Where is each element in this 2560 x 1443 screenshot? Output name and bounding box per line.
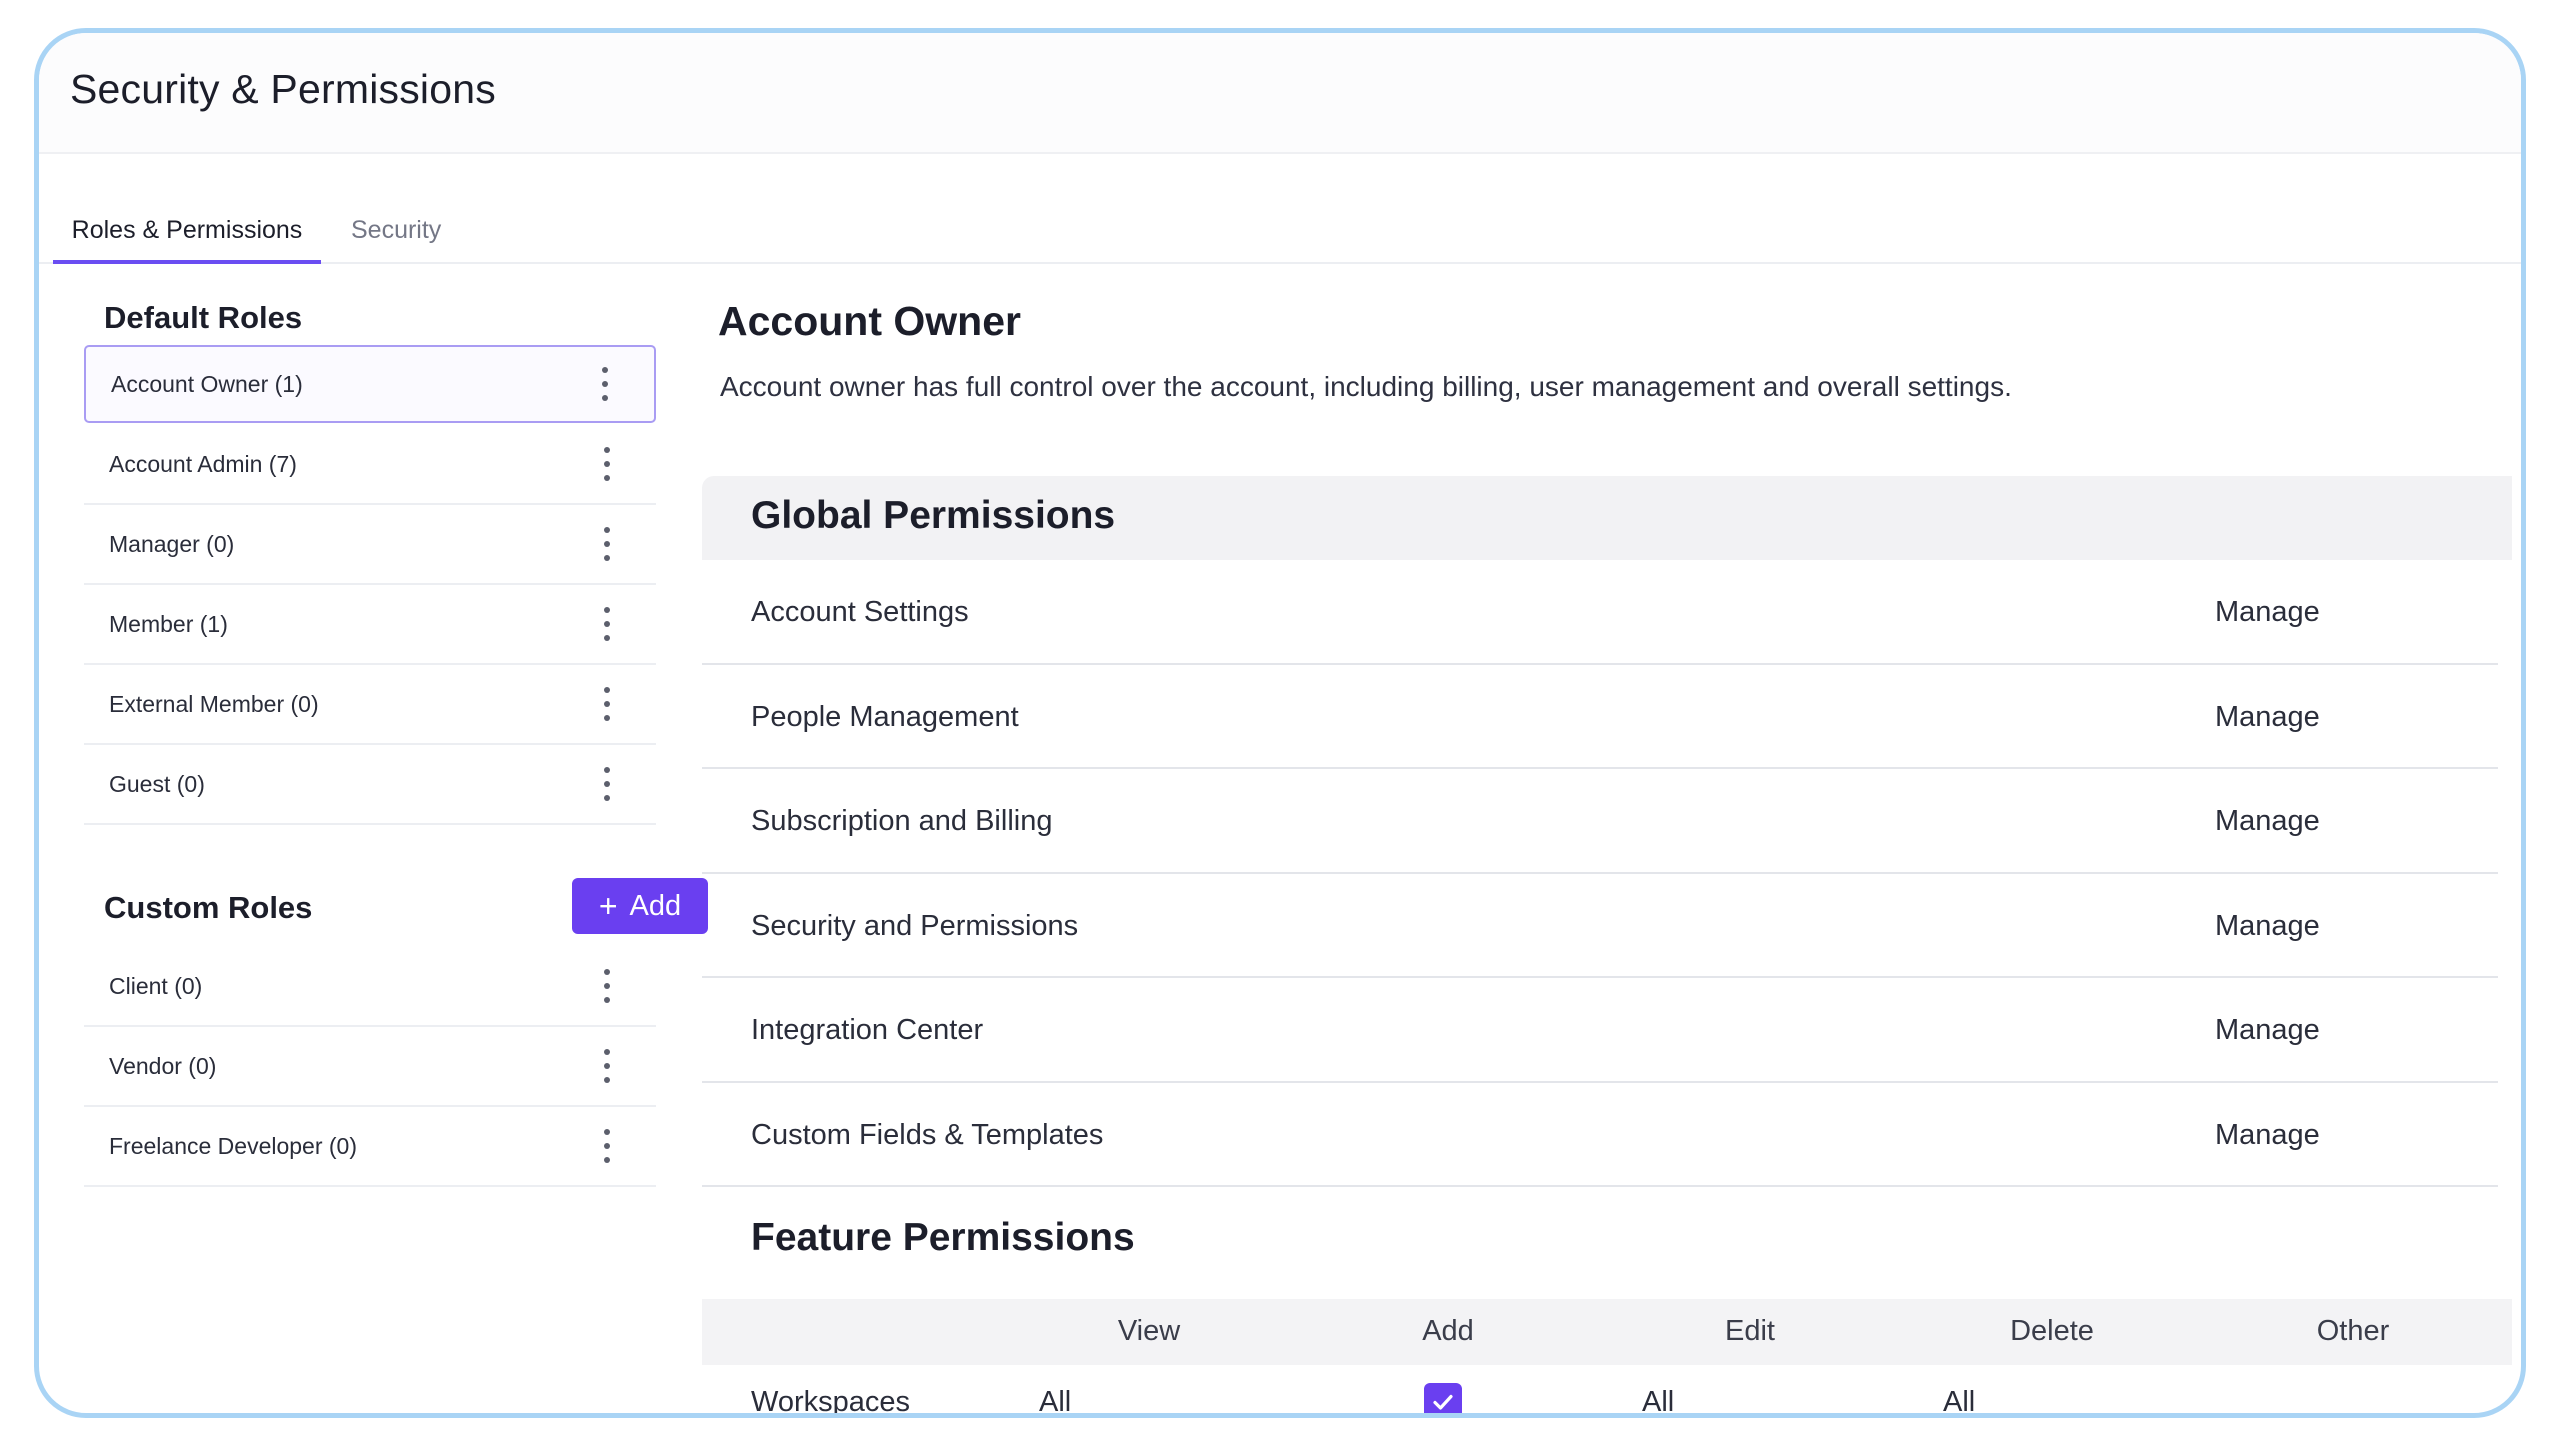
more-options-icon[interactable] <box>601 367 609 401</box>
more-options-icon[interactable] <box>603 687 611 721</box>
permission-name: Security and Permissions <box>751 909 1079 942</box>
global-permissions-list: Account Settings Manage People Managemen… <box>702 560 2498 1187</box>
default-roles-heading: Default Roles <box>104 300 303 335</box>
permission-level[interactable]: Manage <box>2215 1119 2320 1152</box>
delete-permission-value[interactable]: All <box>1943 1386 1975 1413</box>
edit-permission-value[interactable]: All <box>1642 1386 1674 1413</box>
role-label: Client (0) <box>109 972 203 999</box>
add-custom-role-button[interactable]: + Add <box>572 878 708 934</box>
permission-level[interactable]: Manage <box>2215 701 2320 734</box>
column-header-view: View <box>1117 1315 1181 1347</box>
role-label: External Member (0) <box>109 690 319 717</box>
role-details-panel: Account Owner Account owner has full con… <box>698 264 2521 1413</box>
column-header-add: Add <box>1422 1315 1474 1347</box>
more-options-icon[interactable] <box>603 447 611 481</box>
page-title: Security & Permissions <box>70 66 496 112</box>
permission-name: Subscription and Billing <box>751 805 1053 837</box>
custom-roles-list: Client (0) Vendor (0) Freelance Develope… <box>84 947 656 1187</box>
feature-permission-row-workspaces: Workspaces All All All <box>702 1365 2512 1418</box>
global-permissions-title: Global Permissions <box>751 494 1116 537</box>
more-options-icon[interactable] <box>603 1049 611 1083</box>
permission-name: Integration Center <box>751 1014 984 1046</box>
role-item-guest[interactable]: Guest (0) <box>84 745 656 825</box>
role-item-manager[interactable]: Manager (0) <box>84 505 656 585</box>
permission-name: Custom Fields & Templates <box>751 1118 1104 1151</box>
permission-row: Custom Fields & Templates Manage <box>702 1083 2498 1187</box>
role-item-client[interactable]: Client (0) <box>84 947 656 1027</box>
tab-roles-permissions[interactable]: Roles & Permissions <box>53 154 321 264</box>
checkmark-icon <box>1433 1394 1453 1410</box>
role-label: Manager (0) <box>109 530 235 557</box>
permission-row: People Management Manage <box>702 665 2498 769</box>
permission-name: People Management <box>751 700 1019 733</box>
tab-security[interactable]: Security <box>351 154 441 264</box>
role-description: Account owner has full control over the … <box>720 371 2012 402</box>
permission-row: Account Settings Manage <box>702 560 2498 665</box>
role-label: Account Admin (7) <box>109 450 297 477</box>
add-button-label: Add <box>629 889 682 922</box>
plus-icon: + <box>598 888 618 924</box>
role-label: Guest (0) <box>109 770 205 797</box>
role-label: Member (1) <box>109 610 228 637</box>
more-options-icon[interactable] <box>603 969 611 1003</box>
permission-row: Subscription and Billing Manage <box>702 769 2498 874</box>
default-roles-list: Account Owner (1) Account Admin (7) Mana… <box>84 345 656 825</box>
role-item-account-owner[interactable]: Account Owner (1) <box>84 345 656 423</box>
role-label: Vendor (0) <box>109 1052 217 1079</box>
role-label: Account Owner (1) <box>111 370 303 397</box>
column-header-edit: Edit <box>1725 1315 1775 1347</box>
feature-name: Workspaces <box>751 1386 911 1418</box>
add-permission-checkbox[interactable] <box>1424 1383 1462 1413</box>
role-item-external-member[interactable]: External Member (0) <box>84 665 656 745</box>
custom-roles-heading: Custom Roles <box>104 890 313 925</box>
role-item-vendor[interactable]: Vendor (0) <box>84 1027 656 1107</box>
app-window: Security & Permissions Roles & Permissio… <box>34 28 2526 1418</box>
more-options-icon[interactable] <box>603 527 611 561</box>
column-header-other: Other <box>2316 1315 2390 1347</box>
permission-level[interactable]: Manage <box>2215 805 2320 838</box>
column-header-delete: Delete <box>2010 1315 2094 1347</box>
permission-name: Account Settings <box>751 596 969 628</box>
global-permissions-header: Global Permissions <box>702 476 2512 560</box>
feature-permissions-table-header: View Add Edit Delete Other <box>702 1299 2512 1365</box>
permission-level[interactable]: Manage <box>2215 910 2320 943</box>
more-options-icon[interactable] <box>603 607 611 641</box>
role-title: Account Owner <box>718 298 1021 344</box>
view-permission-value[interactable]: All <box>1039 1386 1071 1413</box>
role-item-freelance-developer[interactable]: Freelance Developer (0) <box>84 1107 656 1187</box>
permission-level[interactable]: Manage <box>2215 596 2320 629</box>
tab-bar: Roles & Permissions Security <box>39 154 2521 264</box>
role-item-member[interactable]: Member (1) <box>84 585 656 665</box>
page-header: Security & Permissions <box>39 33 2521 154</box>
role-item-account-admin[interactable]: Account Admin (7) <box>84 425 656 505</box>
role-label: Freelance Developer (0) <box>109 1132 358 1159</box>
feature-permissions-title: Feature Permissions <box>751 1216 1135 1259</box>
permission-row: Security and Permissions Manage <box>702 874 2498 978</box>
permission-row: Integration Center Manage <box>702 978 2498 1083</box>
permission-level[interactable]: Manage <box>2215 1014 2320 1047</box>
more-options-icon[interactable] <box>603 767 611 801</box>
more-options-icon[interactable] <box>603 1129 611 1163</box>
